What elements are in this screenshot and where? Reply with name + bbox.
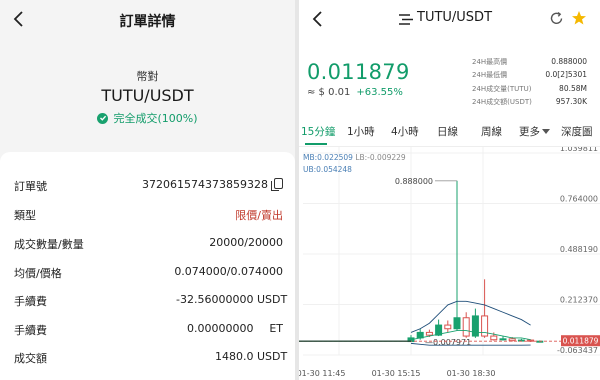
high-price-label: 0.888000	[395, 177, 433, 186]
order-detail-panel: 訂單詳情 幣對 TUTU/USDT 完全成交(100%) 訂單號 3720615…	[0, 0, 295, 380]
order-number-label: 訂單號	[14, 180, 47, 193]
back-arrow-icon[interactable]	[307, 8, 329, 30]
low-price-label: —0.007971	[425, 338, 471, 347]
filled-quantity-row: 成交數量/數量 20000/20000	[14, 236, 283, 254]
order-info-card: 訂單號 372061574373859328 類型 限價/賣出 成交數量/數量 …	[0, 152, 295, 380]
stat-volume: 24H成交量(TUTU) 80.58M	[472, 84, 587, 93]
last-price: 0.011879	[307, 60, 410, 84]
avg-price-label: 均價/價格	[14, 267, 62, 280]
fee-usdt-label: 手續費	[14, 295, 47, 308]
candle-body	[508, 338, 516, 342]
order-type-value: 限價/賣出	[235, 209, 283, 222]
tab-4h[interactable]: 4小時	[391, 124, 419, 139]
price-change: +63.55%	[356, 87, 403, 98]
pair-menu-icon[interactable]	[399, 14, 413, 25]
pair-label: 幣對	[136, 70, 159, 83]
filled-quantity-label: 成交數量/數量	[14, 238, 84, 251]
order-status: 完全成交(100%)	[0, 110, 295, 126]
timeframe-tabs: 15分鐘 1小時 4小時 日線 周線 更多 深度圖	[299, 124, 600, 142]
pair-title[interactable]: TUTU/USDT	[417, 10, 492, 25]
candle-body	[490, 335, 498, 341]
turnover-label: 成交額	[14, 352, 47, 365]
tab-more[interactable]: 更多	[519, 124, 550, 139]
tab-daily[interactable]: 日線	[437, 124, 458, 139]
x-tick-label: 01-30 18:30	[447, 369, 496, 378]
tab-weekly[interactable]: 周線	[481, 124, 502, 139]
bollinger-ub-line	[410, 300, 531, 333]
y-tick-label: 0.212370	[560, 296, 598, 305]
x-tick-label: 01-30 11:45	[299, 369, 345, 378]
check-circle-icon	[97, 112, 109, 124]
bollinger-ub: UB:0.054248	[303, 165, 352, 174]
tab-1h[interactable]: 1小時	[347, 124, 375, 139]
candle-body	[499, 338, 507, 341]
order-number-row: 訂單號 372061574373859328	[14, 178, 283, 196]
fee-et-value: 0.00000000 ET	[187, 322, 283, 335]
active-tab-indicator	[305, 143, 327, 145]
stat-turnover: 24H成交額(USDT) 957.30K	[472, 97, 587, 106]
order-detail-header: 訂單詳情	[0, 0, 295, 42]
fee-usdt-row: 手續費 -32.56000000 USDT	[14, 293, 288, 311]
tab-depth[interactable]: 深度圖	[561, 124, 593, 139]
order-status-text: 完全成交(100%)	[113, 112, 198, 125]
stat-high: 24H最高價 0.888000	[472, 57, 587, 66]
y-tick-label: 0.764000	[560, 194, 598, 203]
favorite-star-icon[interactable]	[571, 10, 587, 26]
order-type-row: 類型 限價/賣出	[14, 207, 283, 225]
last-price-tag-label: 0.011879	[563, 337, 599, 346]
fee-et-row: 手續費 0.00000000 ET	[14, 322, 283, 340]
page-title: 訂單詳情	[119, 14, 176, 30]
y-tick-label: 0.488190	[560, 245, 598, 254]
candlestick-chart[interactable]: 1.039811 0.764000 0.488190 0.212370 -0.06343…	[299, 147, 600, 380]
candle-body	[444, 324, 452, 330]
refresh-icon[interactable]	[549, 11, 564, 26]
candle-body	[471, 315, 479, 337]
tab-15m[interactable]: 15分鐘	[301, 124, 335, 139]
x-tick-label: 01-30 15:15	[372, 369, 421, 378]
trading-pair: TUTU/USDT	[101, 86, 194, 105]
fee-usdt-value: -32.56000000 USDT	[176, 293, 288, 306]
order-number-value: 372061574373859328	[142, 178, 283, 191]
fee-et-label: 手續費	[14, 324, 47, 337]
y-tick-label: -0.063437	[557, 346, 598, 355]
turnover-value: 1480.0 USDT	[215, 350, 288, 363]
stat-low: 24H最低價 0.0[2]5301	[472, 70, 587, 79]
turnover-row: 成交額 1480.0 USDT	[14, 350, 288, 368]
chevron-down-icon	[542, 129, 550, 134]
avg-price-row: 均價/價格 0.074000/0.074000	[14, 265, 283, 283]
bollinger-mb-lb: MB:0.022509 LB:-0.009229	[303, 153, 406, 162]
order-type-label: 類型	[14, 209, 36, 222]
candle-body	[453, 317, 461, 330]
avg-price-value: 0.074000/0.074000	[174, 265, 283, 278]
copy-icon[interactable]	[271, 178, 283, 191]
market-panel: TUTU/USDT 0.011879 ≈ $ 0.01 +63.55% 24H最高…	[299, 0, 600, 380]
filled-quantity-value: 20000/20000	[209, 236, 283, 249]
candle-body	[425, 331, 433, 336]
y-tick-label: 1.039811	[560, 147, 598, 153]
candle-body	[462, 317, 470, 337]
fiat-price: ≈ $ 0.01 +63.55%	[307, 87, 403, 98]
